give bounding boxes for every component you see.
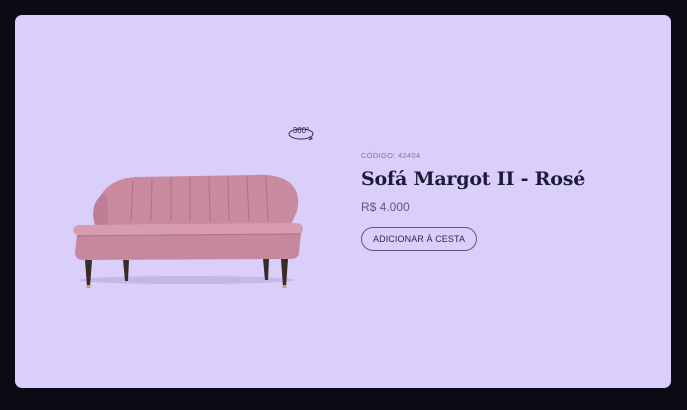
product-code: CÓDIGO: 42404 — [361, 151, 421, 160]
rotate-360-label: 360° — [293, 126, 310, 135]
rotate-360-icon[interactable]: 360° — [287, 122, 317, 142]
sofa-image — [73, 174, 303, 288]
product-title: Sofá Margot II - Rosé — [361, 168, 586, 190]
add-to-cart-button[interactable]: ADICIONAR À CESTA — [361, 227, 478, 251]
product-card: 360° CÓDIGO: 42404 Sofá Margot II - Rosé… — [15, 15, 671, 388]
product-price: R$ 4.000 — [361, 200, 410, 214]
